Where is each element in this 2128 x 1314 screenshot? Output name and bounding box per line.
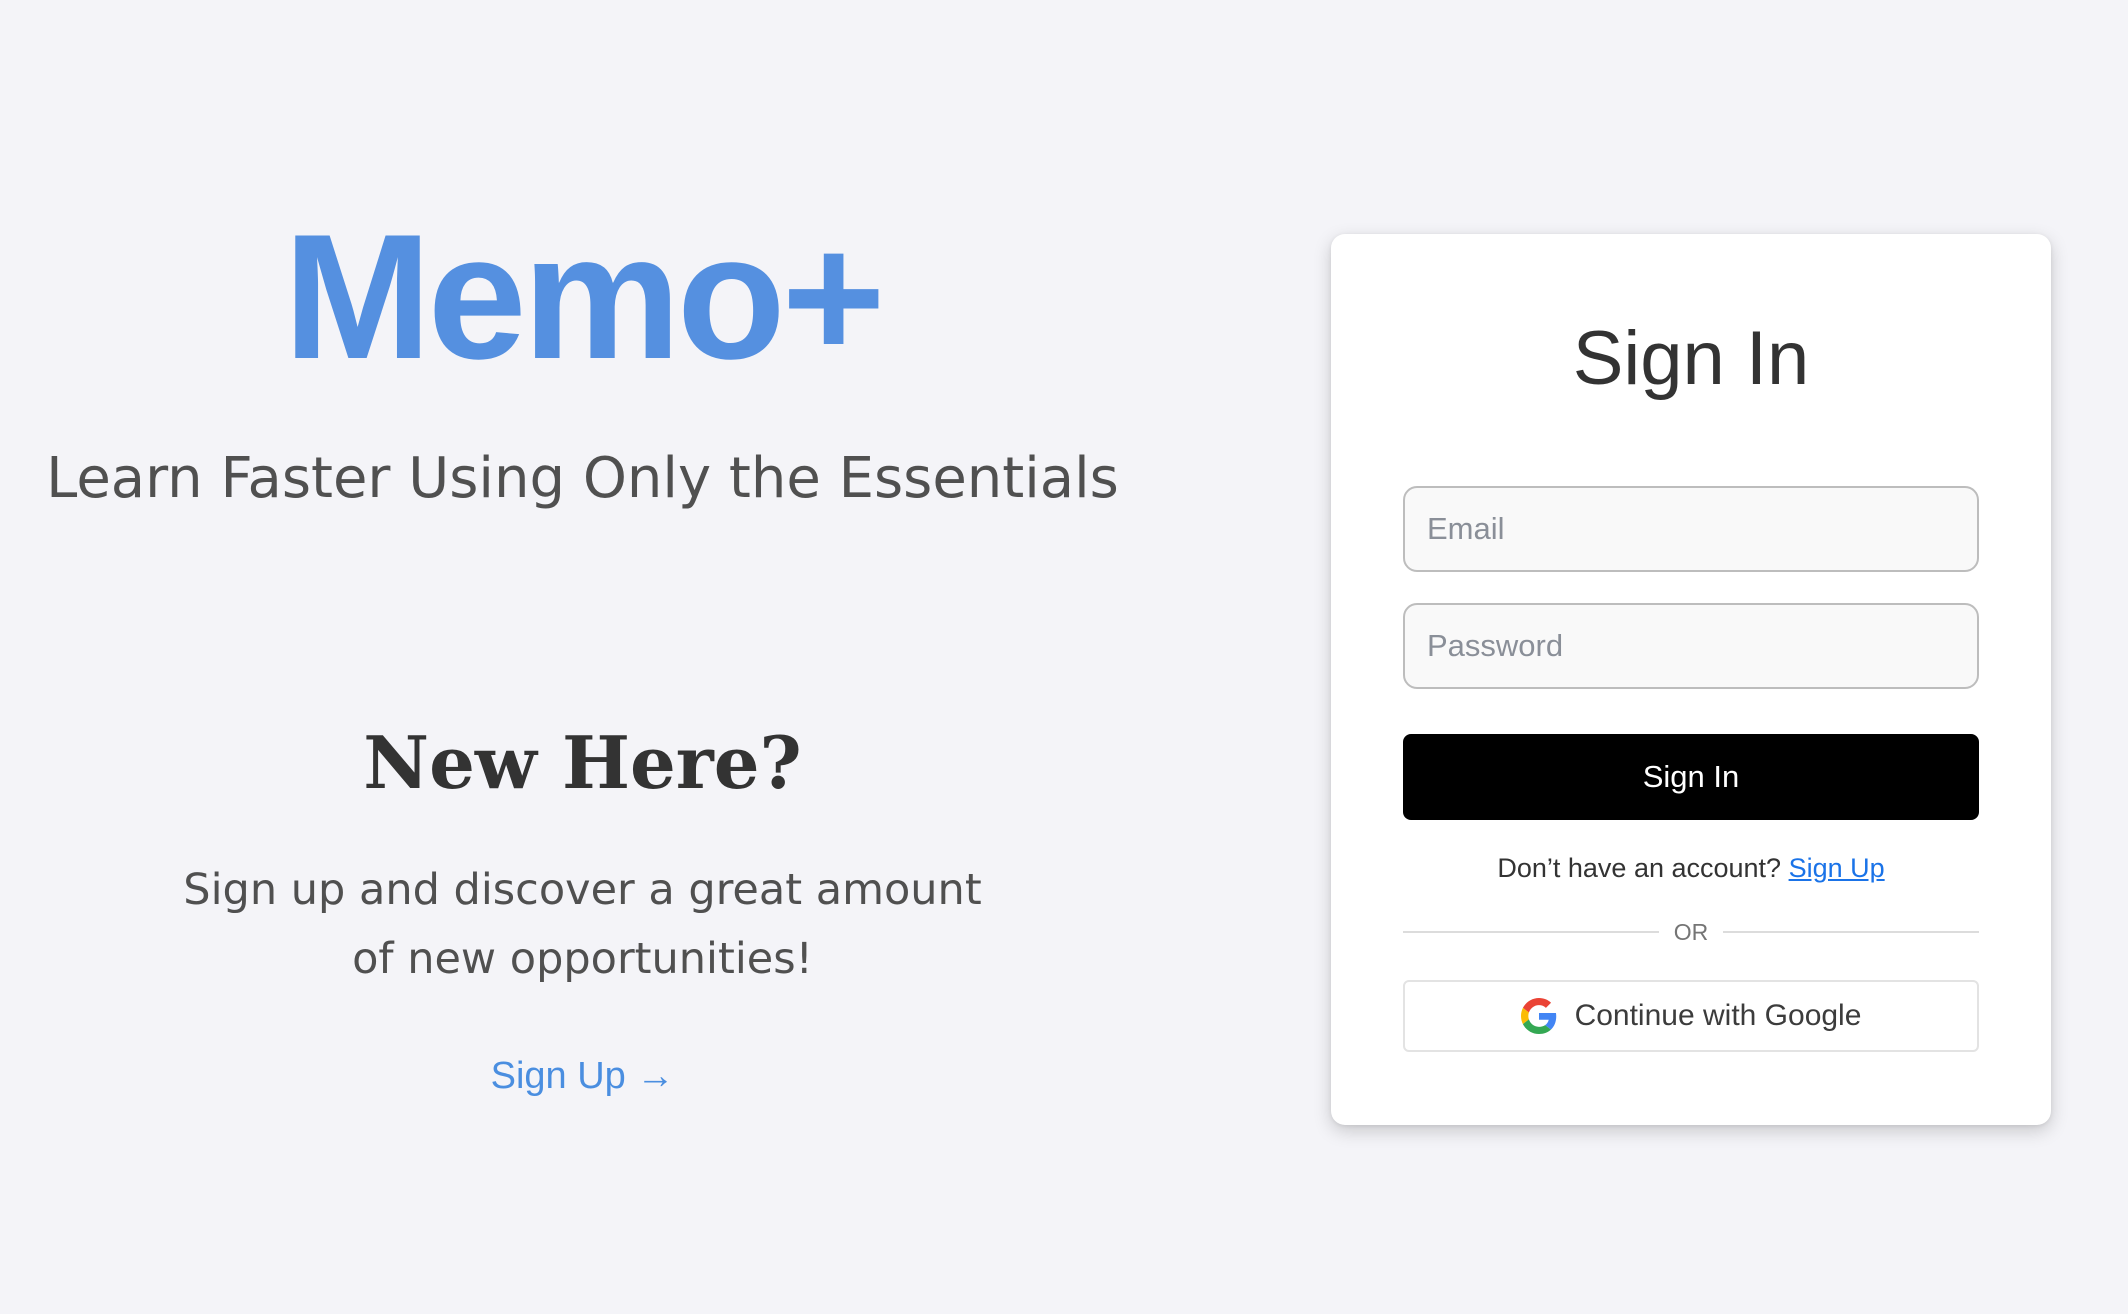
no-account-line: Don’t have an account? Sign Up bbox=[1331, 850, 2051, 886]
google-signin-button[interactable]: Continue with Google bbox=[1403, 980, 1979, 1052]
signup-inline-link[interactable]: Sign Up bbox=[1789, 853, 1885, 883]
app-logo-text: Memo+ bbox=[283, 197, 885, 396]
google-signin-label: Continue with Google bbox=[1574, 999, 1862, 1032]
signup-link[interactable]: Sign Up → bbox=[0, 1048, 1165, 1104]
app-tagline: Learn Faster Using Only the Essentials bbox=[46, 446, 1119, 511]
no-account-text: Don’t have an account? bbox=[1497, 853, 1782, 883]
email-field[interactable] bbox=[1403, 486, 1979, 572]
password-field[interactable] bbox=[1403, 603, 1979, 689]
divider-line-right bbox=[1723, 931, 1979, 933]
promo-panel: Memo+ Learn Faster Using Only the Essent… bbox=[0, 0, 1165, 1314]
or-divider: OR bbox=[1403, 914, 1979, 950]
signin-title: Sign In bbox=[1572, 316, 1810, 401]
signin-card: Sign In Sign In Don’t have an account? S… bbox=[1331, 234, 2051, 1125]
signin-button[interactable]: Sign In bbox=[1403, 734, 1979, 820]
google-g-icon bbox=[1520, 998, 1556, 1034]
signup-promo-text: Sign up and discover a great amount of n… bbox=[183, 865, 982, 984]
new-here-heading: New Here? bbox=[363, 720, 802, 805]
